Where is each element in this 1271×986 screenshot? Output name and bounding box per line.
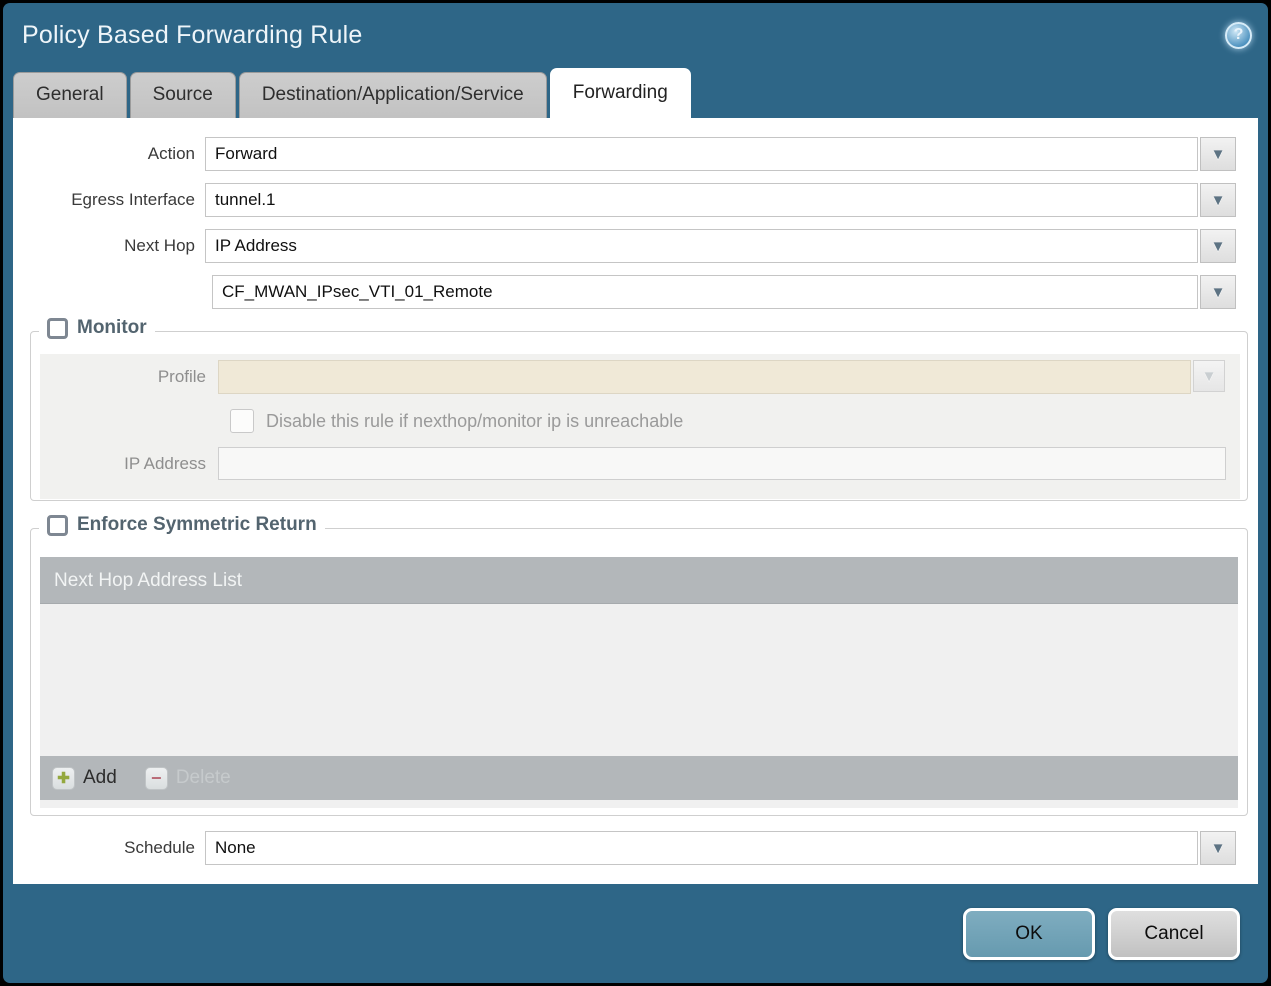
tab-destination-application-service[interactable]: Destination/Application/Service (238, 72, 547, 118)
monitor-legend-label: Monitor (77, 317, 147, 338)
next-hop-address-list-body[interactable] (40, 604, 1238, 756)
schedule-dropdown-button[interactable]: ▼ (1200, 831, 1236, 865)
symmetric-return-legend-label: Enforce Symmetric Return (77, 514, 317, 535)
action-field[interactable]: Forward (205, 137, 1198, 171)
monitor-ip-row: IP Address (40, 447, 1240, 481)
table-bottom-strip (40, 800, 1238, 808)
disable-rule-label: Disable this rule if nexthop/monitor ip … (266, 410, 684, 431)
dialog-title: Policy Based Forwarding Rule (22, 20, 363, 49)
schedule-field[interactable]: None (205, 831, 1198, 865)
egress-interface-label: Egress Interface (71, 190, 195, 209)
next-hop-type-field[interactable]: IP Address (205, 229, 1198, 263)
next-hop-address-field[interactable]: CF_MWAN_IPsec_VTI_01_Remote (212, 275, 1198, 309)
monitor-box: Profile ▼ Disable this rule if nexthop/m… (40, 354, 1240, 499)
profile-label: Profile (157, 367, 206, 386)
plus-icon: ✚ (52, 766, 75, 790)
symmetric-return-legend: Enforce Symmetric Return (39, 514, 325, 536)
monitor-checkbox[interactable] (47, 317, 68, 339)
dialog-footer: OK Cancel (3, 884, 1268, 983)
cancel-button[interactable]: Cancel (1108, 908, 1240, 960)
action-dropdown-button[interactable]: ▼ (1200, 137, 1236, 171)
monitor-ip-field (218, 447, 1226, 480)
schedule-row: Schedule None ▼ (13, 831, 1258, 865)
add-button-label: Add (83, 767, 117, 788)
egress-interface-field[interactable]: tunnel.1 (205, 183, 1198, 217)
tab-forwarding[interactable]: Forwarding (549, 68, 691, 118)
ok-button[interactable]: OK (963, 908, 1095, 960)
action-label: Action (147, 144, 195, 163)
tab-general[interactable]: General (13, 72, 127, 118)
help-icon[interactable]: ? (1225, 21, 1252, 49)
chevron-down-icon: ▼ (1210, 283, 1226, 301)
monitor-legend: Monitor (39, 317, 155, 339)
titlebar: Policy Based Forwarding Rule ? (3, 3, 1268, 67)
chevron-down-icon: ▼ (1201, 367, 1217, 385)
egress-interface-dropdown-button[interactable]: ▼ (1200, 183, 1236, 217)
next-hop-type-dropdown-button[interactable]: ▼ (1200, 229, 1236, 263)
next-hop-label: Next Hop (124, 236, 195, 255)
disable-rule-checkbox (230, 409, 254, 433)
disable-rule-row: Disable this rule if nexthop/monitor ip … (40, 409, 1240, 433)
forwarding-tab-panel: Action Forward ▼ Egress Interface tunnel… (13, 118, 1258, 884)
next-hop-address-list-header: Next Hop Address List (40, 557, 1238, 604)
egress-interface-row: Egress Interface tunnel.1 ▼ (13, 183, 1258, 217)
tab-source[interactable]: Source (129, 72, 236, 118)
next-hop-address-dropdown-button[interactable]: ▼ (1200, 275, 1236, 309)
profile-row: Profile ▼ (40, 360, 1240, 394)
tab-bar: General Source Destination/Application/S… (3, 67, 1268, 118)
monitor-ip-label: IP Address (124, 454, 206, 473)
next-hop-address-list-toolbar: ✚ Add − Delete (40, 756, 1238, 800)
next-hop-row: Next Hop IP Address ▼ (13, 229, 1258, 263)
schedule-label: Schedule (124, 838, 195, 857)
next-hop-address-table: Next Hop Address List ✚ Add − Delete (40, 557, 1238, 808)
chevron-down-icon: ▼ (1210, 145, 1226, 163)
chevron-down-icon: ▼ (1210, 191, 1226, 209)
symmetric-return-checkbox[interactable] (47, 514, 68, 536)
chevron-down-icon: ▼ (1210, 839, 1226, 857)
minus-icon: − (144, 766, 168, 790)
policy-based-forwarding-dialog: Policy Based Forwarding Rule ? General S… (3, 3, 1268, 983)
next-hop-address-row: CF_MWAN_IPsec_VTI_01_Remote ▼ (13, 275, 1258, 309)
add-button[interactable]: ✚ Add (52, 766, 117, 790)
delete-button-label: Delete (175, 767, 231, 788)
monitor-fieldset: Monitor Profile ▼ Disable this rule if n… (30, 317, 1248, 501)
delete-button: − Delete (144, 766, 231, 790)
symmetric-return-fieldset: Enforce Symmetric Return Next Hop Addres… (30, 514, 1248, 816)
chevron-down-icon: ▼ (1210, 237, 1226, 255)
action-row: Action Forward ▼ (13, 137, 1258, 171)
profile-dropdown-button: ▼ (1193, 360, 1225, 392)
profile-field (218, 360, 1191, 394)
